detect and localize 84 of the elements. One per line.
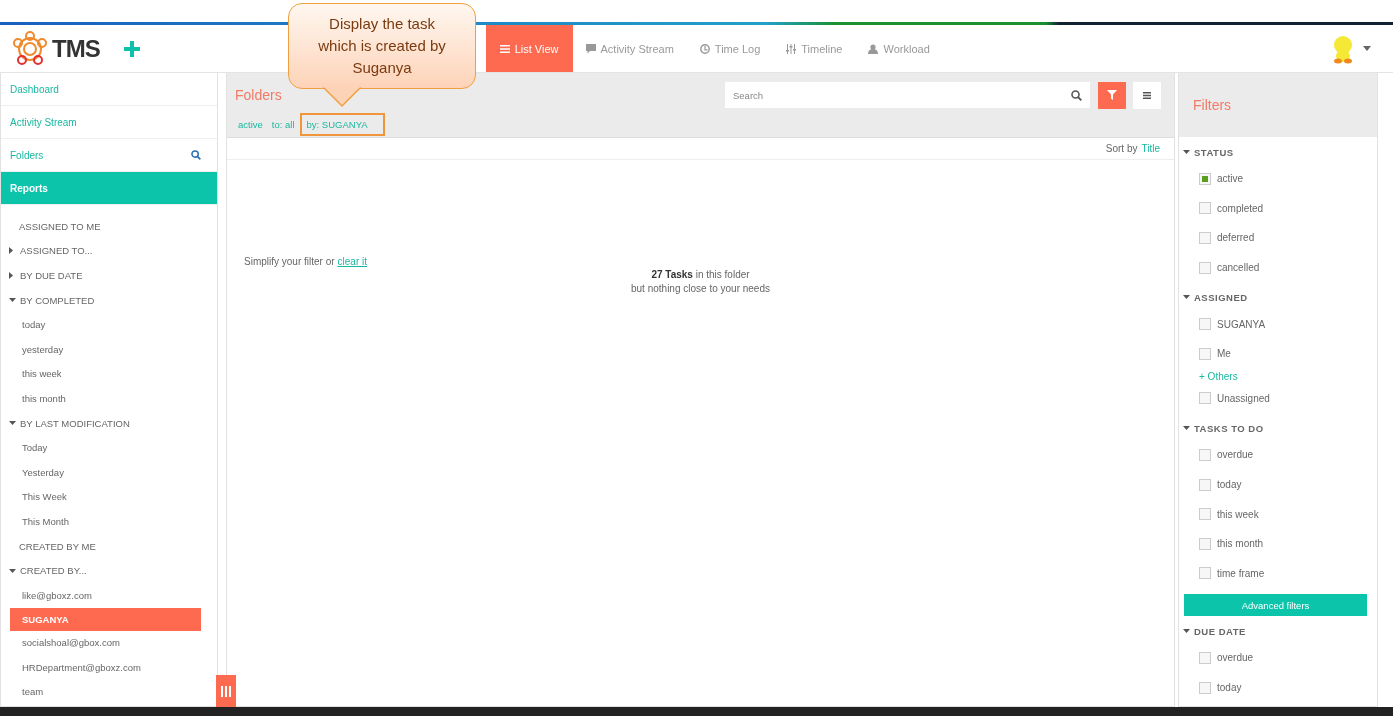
checkbox[interactable] (1199, 172, 1211, 185)
checkbox[interactable] (1199, 508, 1211, 521)
caret-down-icon[interactable] (9, 298, 16, 303)
checkbox[interactable] (1199, 567, 1211, 580)
tree-item[interactable]: this week (10, 361, 201, 387)
list-icon (499, 43, 510, 54)
caret-right-icon[interactable] (9, 272, 13, 279)
tree-item[interactable]: Today (10, 435, 201, 460)
option-label[interactable]: active (1217, 173, 1244, 185)
clock-icon (699, 43, 710, 54)
checkbox[interactable] (1199, 448, 1211, 461)
option-label[interactable]: cancelled (1217, 262, 1260, 274)
checkbox[interactable] (1199, 651, 1211, 664)
caret-down-icon[interactable] (1183, 629, 1190, 634)
caret-down-icon[interactable] (1183, 150, 1190, 154)
option-label[interactable]: today (1217, 479, 1242, 491)
tree-group[interactable]: CREATED BY... (1, 558, 217, 583)
search-icon[interactable] (1071, 90, 1082, 101)
task-count: 27 Tasks in this folder (651, 269, 750, 280)
tree-item[interactable]: socialshoal@gbox.com (10, 630, 201, 656)
tree-item[interactable]: This Month (10, 509, 201, 534)
filter-icon (1107, 90, 1117, 100)
checkbox[interactable] (1199, 392, 1211, 405)
checkbox[interactable] (1199, 261, 1211, 274)
menu-button[interactable] (1133, 81, 1161, 109)
filter-section-header[interactable]: STATUS (1183, 140, 1369, 164)
tree-group[interactable]: CREATED BY ME (1, 533, 217, 559)
caret-down-icon[interactable] (9, 568, 16, 573)
sort-label: Sort by (1105, 143, 1138, 154)
option-label[interactable]: SUGANYA (1217, 318, 1266, 330)
filters-title: Filters (1193, 97, 1232, 113)
caret-icon[interactable] (1363, 46, 1371, 51)
filter-button[interactable] (1098, 81, 1126, 109)
tree-group[interactable]: BY LAST MODIFICATION (1, 410, 217, 436)
checkbox[interactable] (1199, 347, 1211, 360)
comment-icon (585, 43, 596, 54)
filter-section-header[interactable]: TASKS TO DO (1183, 416, 1369, 441)
tree-item[interactable]: Yesterday (10, 459, 201, 485)
callout-pointer (322, 86, 362, 108)
option-label[interactable]: overdue (1217, 652, 1254, 664)
sliders-icon (786, 43, 797, 54)
option-label[interactable]: Me (1217, 348, 1231, 360)
checkbox[interactable] (1199, 318, 1211, 331)
logo-icon (10, 30, 50, 67)
add-icon[interactable] (123, 40, 140, 57)
tree-group[interactable]: BY COMPLETED (1, 287, 217, 313)
filter-section-header[interactable]: DUE DATE (1183, 619, 1369, 644)
filter-section-header[interactable]: ASSIGNED (1183, 285, 1369, 310)
caret-right-icon[interactable] (9, 247, 13, 255)
tree-item[interactable]: HRDepartment@gboxz.com (10, 655, 201, 680)
option-label[interactable]: time frame (1217, 567, 1265, 579)
panel-title: Folders (235, 87, 282, 103)
option-label[interactable]: Unassigned (1217, 392, 1270, 404)
tree-group[interactable]: ASSIGNED TO ME (1, 214, 217, 239)
option-label[interactable]: completed (1217, 202, 1264, 214)
hint-text: Simplify your filter or (244, 256, 335, 267)
option-label[interactable]: overdue (1217, 449, 1254, 461)
option-label[interactable]: today (1217, 682, 1242, 693)
search-field[interactable]: Search (725, 82, 1090, 108)
tree-item[interactable]: today (10, 312, 201, 337)
tree-item[interactable]: This Week (10, 484, 201, 510)
checkbox[interactable] (1199, 681, 1211, 694)
option-label[interactable]: this week (1217, 508, 1259, 520)
tree-item[interactable]: like@gboxz.com (10, 582, 201, 608)
caret-down-icon[interactable] (1183, 426, 1190, 431)
resize-handle[interactable] (216, 675, 236, 707)
logo-text: TMS (52, 34, 100, 63)
tree-item[interactable]: team (10, 679, 201, 705)
tree-item[interactable]: yesterday (10, 336, 201, 362)
checkbox[interactable] (1199, 478, 1211, 491)
checkbox[interactable] (1199, 537, 1211, 550)
empty-note: but nothing close to your needs (631, 283, 770, 294)
tree-group[interactable]: BY DUE DATE (1, 263, 217, 288)
tree-item[interactable]: this month (10, 386, 201, 411)
search-icon[interactable] (191, 150, 201, 160)
option-label[interactable]: deferred (1217, 232, 1255, 244)
menu-icon (1143, 91, 1151, 99)
checkbox[interactable] (1199, 202, 1211, 215)
option-label[interactable]: this month (1217, 538, 1264, 550)
tree-group[interactable]: ASSIGNED TO... (1, 238, 217, 264)
caret-down-icon[interactable] (1183, 295, 1190, 300)
user-icon (868, 43, 879, 54)
caret-down-icon[interactable] (9, 421, 16, 426)
checkbox[interactable] (1199, 232, 1211, 244)
